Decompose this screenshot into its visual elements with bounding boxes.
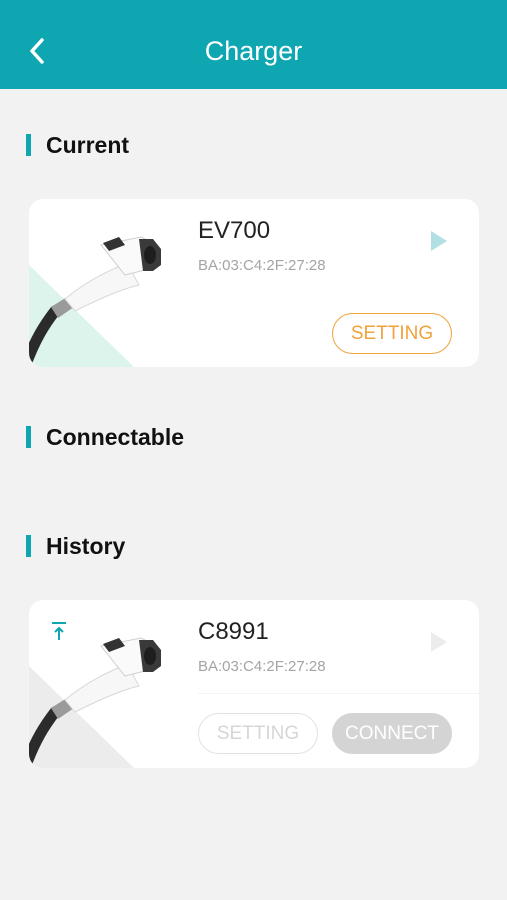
section-label: History [46,532,126,559]
setting-button[interactable]: SETTING [332,313,452,354]
section-label: Connectable [46,423,185,450]
current-charger-card[interactable]: EV700 BA:03:C4:2F:27:28 SETTING [29,199,479,367]
app-header: Charger [0,0,507,89]
history-charger-card[interactable]: C8991 BA:03:C4:2F:27:28 SETTING CONNECT [29,600,479,768]
setting-button[interactable]: SETTING [198,713,318,754]
section-current: Current [26,132,129,158]
charger-name: C8991 [198,618,269,645]
section-marker [26,426,31,448]
charger-name: EV700 [198,217,271,244]
connect-button[interactable]: CONNECT [332,713,452,754]
charger-mac-address: BA:03:C4:2F:27:28 [198,658,326,675]
triangle-right-icon[interactable] [431,632,447,652]
section-connectable: Connectable [26,424,184,450]
section-marker [26,134,31,156]
divider [198,693,479,694]
triangle-right-icon[interactable] [431,231,447,251]
charger-plug-image [29,236,161,367]
section-history: History [26,533,125,559]
section-label: Current [46,131,130,158]
charger-mac-address: BA:03:C4:2F:27:28 [198,257,326,274]
section-marker [26,535,31,557]
page-title: Charger [204,36,303,66]
pin-to-top-icon[interactable] [49,620,69,642]
